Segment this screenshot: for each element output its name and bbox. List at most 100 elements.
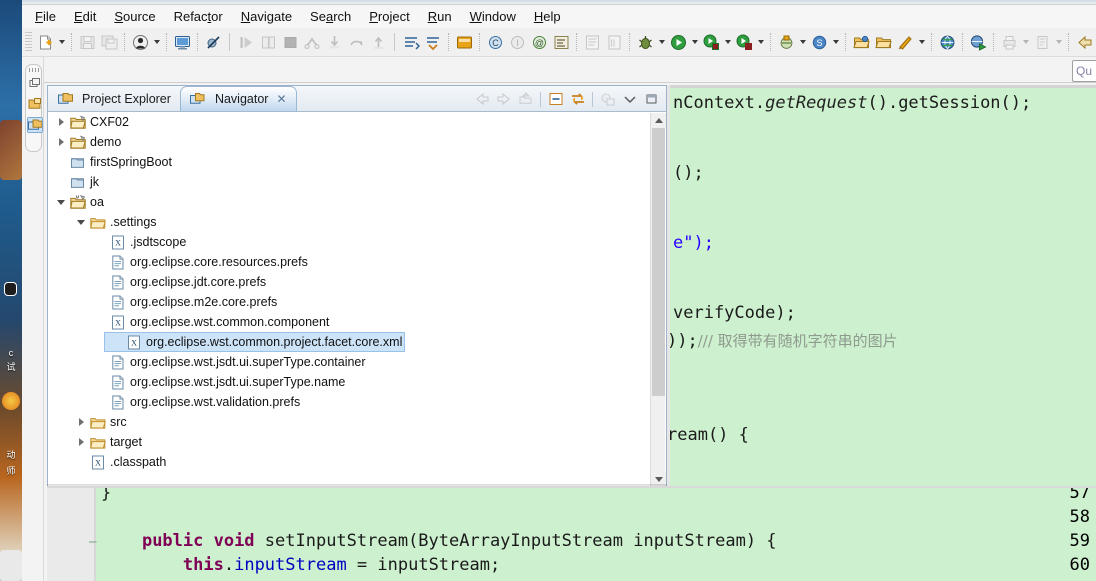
tree-row[interactable]: Xorg.eclipse.wst.common.component [49,312,650,332]
external-tools-icon[interactable] [775,31,797,53]
tomcat-dropdown-arrow[interactable] [1053,31,1064,53]
desktop-icon-label-1[interactable]: 试 [0,362,22,373]
tree-row[interactable]: CXF02 [49,112,650,132]
menu-edit[interactable]: Edit [65,7,105,26]
server-run-icon[interactable] [700,31,722,53]
tree-twisty-collapsed-icon[interactable] [73,414,89,430]
tree-row[interactable]: .settings [49,212,650,232]
maven-icon[interactable] [894,31,916,53]
tree-row[interactable]: org.eclipse.jdt.core.prefs [49,272,650,292]
new-dropdown-arrow[interactable] [56,31,67,53]
up-level-icon[interactable] [515,89,536,109]
tree-row[interactable]: X .jsdtscope [49,232,650,252]
folder-alt-icon[interactable] [872,31,894,53]
save-icon[interactable] [76,31,98,53]
tree-row[interactable]: src [49,412,650,432]
back-arrow-icon[interactable] [471,89,492,109]
globe-run-icon[interactable] [967,31,989,53]
java-ee-perspective-icon[interactable] [28,97,42,113]
code-editor-bottom[interactable]: 57 58 59 ─ 60 } public void setInputStre… [47,488,1096,581]
tree-twisty-expanded-icon[interactable] [73,214,89,230]
chevron-down-icon[interactable] [619,89,640,109]
scrollbar-thumb[interactable] [652,128,665,396]
server-stop-icon[interactable] [733,31,755,53]
save-all-icon[interactable] [98,31,120,53]
terminate-icon[interactable] [279,31,301,53]
fold-marker[interactable]: ─ [89,535,96,549]
minimize-icon[interactable] [641,89,662,109]
bug-dropdown-arrow[interactable] [656,31,667,53]
tree-row[interactable]: X .classpath [49,452,650,472]
navigator-tree[interactable]: CXF02 demo firstSpringBoot jk Moa .settings X.… [49,112,650,487]
desktop-icon-label-2[interactable]: 动 [0,450,22,461]
menu-refactor[interactable]: Refactor [165,7,232,26]
new-file-icon[interactable] [34,31,56,53]
print-dropdown-arrow[interactable] [1020,31,1031,53]
server-run-dropdown-arrow[interactable] [722,31,733,53]
annotation-icon[interactable]: @ [528,31,550,53]
link-editor-icon[interactable] [567,89,588,109]
tree-row[interactable]: Moa [49,192,650,212]
desktop-icon-label-3[interactable]: 师 [0,466,22,477]
tree-row[interactable]: org.eclipse.wst.jsdt.ui.superType.contai… [49,352,650,372]
bug-icon[interactable] [634,31,656,53]
close-icon[interactable]: ✕ [276,92,286,106]
package-icon[interactable] [453,31,475,53]
menu-search[interactable]: Search [301,7,360,26]
menu-source[interactable]: Source [105,7,164,26]
mark-occurrences-icon[interactable] [400,31,422,53]
focus-task-icon[interactable] [597,89,618,109]
disconnect-icon[interactable] [301,31,323,53]
forward-arrow-icon[interactable] [493,89,514,109]
tree-row[interactable]: org.eclipse.core.resources.prefs [49,252,650,272]
resume-icon[interactable] [235,31,257,53]
globe-icon[interactable] [936,31,958,53]
suspend-icon[interactable] [257,31,279,53]
class-icon[interactable]: C [484,31,506,53]
tree-row[interactable]: org.eclipse.m2e.core.prefs [49,292,650,312]
tab-project-explorer[interactable]: Project Explorer [48,86,180,111]
print-icon[interactable] [998,31,1020,53]
tree-twisty-expanded-icon[interactable] [53,194,69,210]
code-editor-background[interactable]: nContext.getRequest().getSession(); (); … [667,85,1096,488]
breadcrumb-icon[interactable] [422,31,444,53]
tree-twisty-collapsed-icon[interactable] [53,114,69,130]
open-type-icon[interactable] [581,31,603,53]
quick-access-input[interactable]: Qu [1072,60,1096,82]
open-perspective-icon[interactable] [28,77,42,93]
maven-dropdown-arrow[interactable] [916,31,927,53]
menu-window[interactable]: Window [461,7,525,26]
run-dropdown-arrow[interactable] [689,31,700,53]
tree-row[interactable]: target [49,432,650,452]
tree-twisty-collapsed-icon[interactable] [53,134,69,150]
back-arrow-icon[interactable] [1073,31,1095,53]
tree-row[interactable]: demo [49,132,650,152]
person-dropdown-arrow[interactable] [151,31,162,53]
menu-run[interactable]: Run [419,7,461,26]
step-into-icon[interactable] [323,31,345,53]
tree-row[interactable]: Xorg.eclipse.wst.common.project.facet.co… [104,332,405,352]
desktop-icon-label-0[interactable]: c [0,348,22,359]
scroll-up-arrow[interactable] [651,113,666,128]
tree-row[interactable]: org.eclipse.wst.validation.prefs [49,392,650,412]
tree-twisty-collapsed-icon[interactable] [73,434,89,450]
toolbar-drag-handle[interactable] [25,32,32,52]
collapse-all-icon[interactable] [545,89,566,109]
perspective-drag-handle[interactable] [29,68,40,72]
coverage-dropdown-arrow[interactable] [830,31,841,53]
menu-file[interactable]: File [26,7,65,26]
tree-row[interactable]: firstSpringBoot [49,152,650,172]
tree-vertical-scrollbar[interactable] [650,113,666,487]
server-stop-dropdown-arrow[interactable] [755,31,766,53]
open-folder-icon[interactable] [850,31,872,53]
menu-project[interactable]: Project [360,7,418,26]
console-icon[interactable] [171,31,193,53]
tomcat-icon[interactable] [1031,31,1053,53]
external-tools-dropdown-arrow[interactable] [797,31,808,53]
menu-help[interactable]: Help [525,7,570,26]
current-perspective-icon[interactable] [27,117,43,133]
tab-navigator[interactable]: Navigator ✕ [179,86,297,111]
interface-icon[interactable]: I [506,31,528,53]
menu-navigate[interactable]: Navigate [232,7,301,26]
run-green-icon[interactable] [667,31,689,53]
